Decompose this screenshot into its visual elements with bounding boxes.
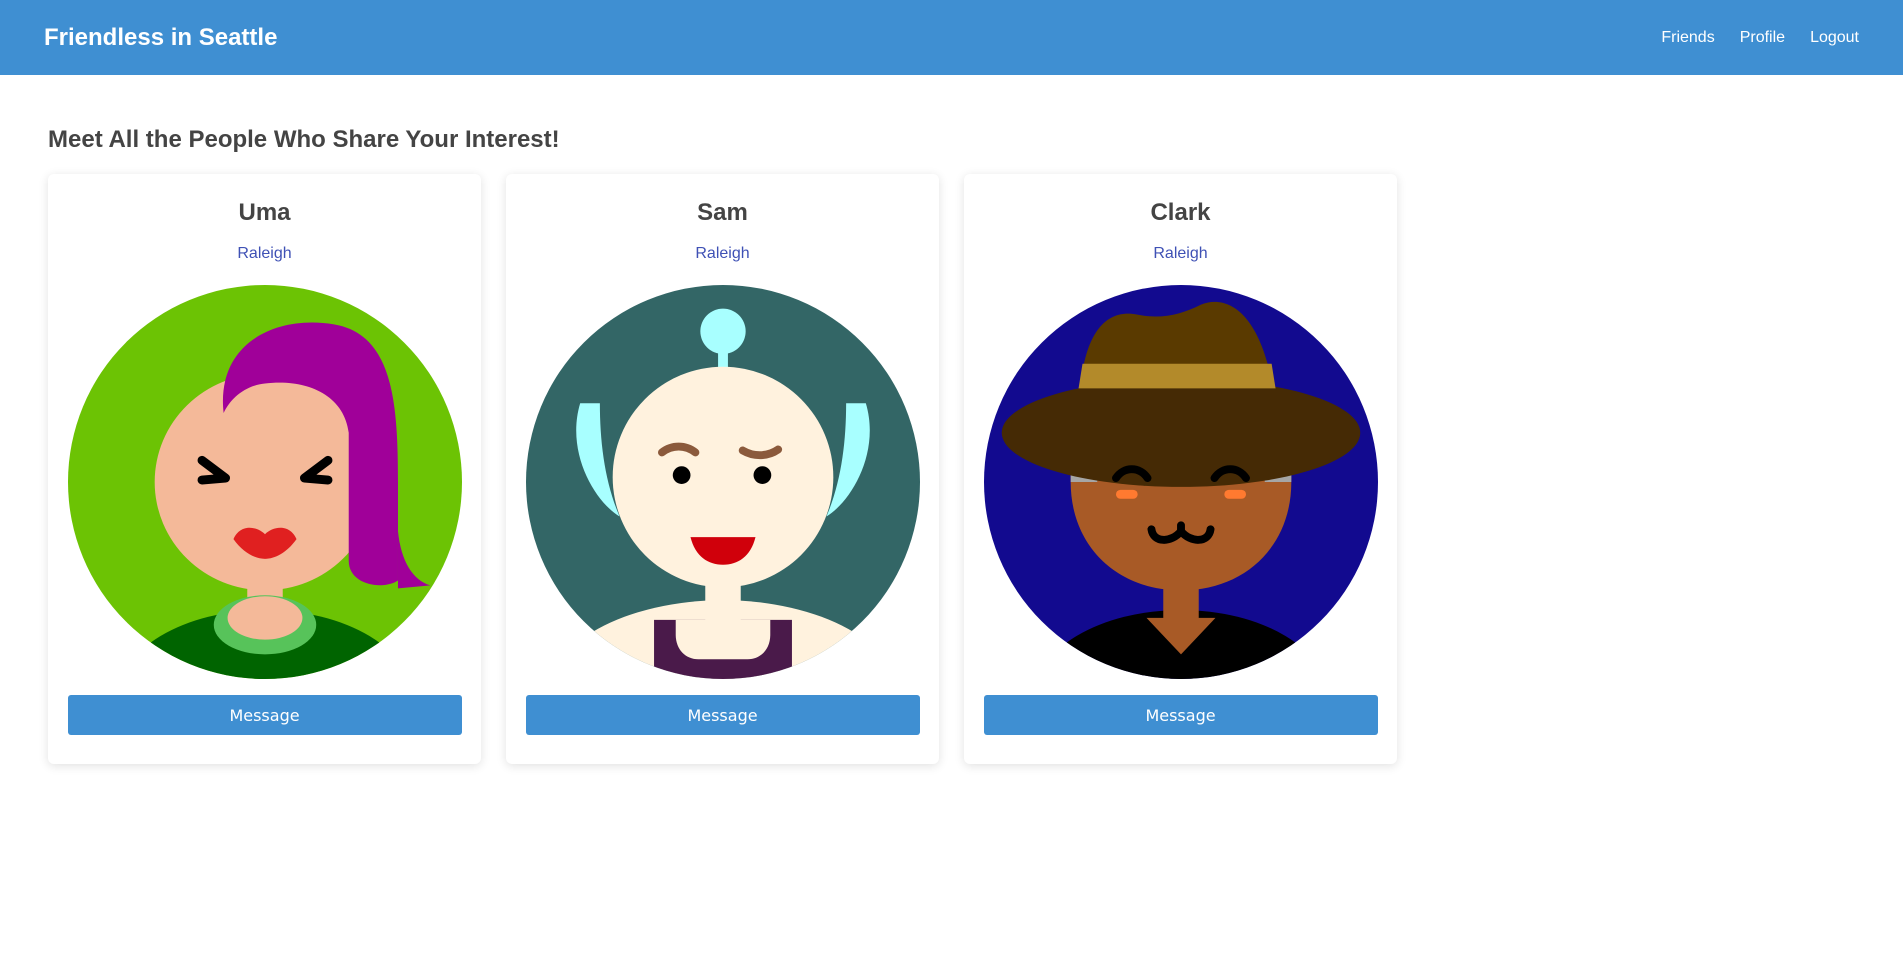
- message-button[interactable]: Message: [983, 695, 1378, 735]
- page-title: Meet All the People Who Share Your Inter…: [48, 126, 560, 153]
- message-button[interactable]: Message: [525, 695, 920, 735]
- person-card: Clark Raleigh Message: [964, 174, 1397, 764]
- message-button[interactable]: Message: [67, 695, 462, 735]
- nav-link-profile[interactable]: Profile: [1740, 29, 1785, 47]
- person-card: Sam Raleigh Message: [506, 174, 939, 764]
- avatar-alien-antenna-icon: [525, 285, 920, 679]
- person-name: Clark: [1150, 199, 1211, 226]
- top-navbar: Friendless in Seattle Friends Profile Lo…: [0, 0, 1903, 75]
- person-city: Raleigh: [1153, 245, 1208, 262]
- person-city: Raleigh: [237, 245, 292, 262]
- main-content: Meet All the People Who Share Your Inter…: [0, 75, 1903, 764]
- person-city: Raleigh: [695, 245, 750, 262]
- people-cards: Uma Raleigh Message Sam Raleigh Message …: [48, 174, 1855, 764]
- avatar-woman-purple-hair-icon: [67, 285, 462, 679]
- person-name: Uma: [238, 199, 291, 226]
- nav-link-logout[interactable]: Logout: [1810, 29, 1859, 47]
- nav-link-friends[interactable]: Friends: [1661, 29, 1714, 47]
- person-card: Uma Raleigh Message: [48, 174, 481, 764]
- nav-links: Friends Profile Logout: [1661, 29, 1859, 47]
- brand-link[interactable]: Friendless in Seattle: [44, 24, 277, 52]
- avatar-man-fedora-hat-icon: [983, 285, 1378, 679]
- person-name: Sam: [697, 199, 748, 226]
